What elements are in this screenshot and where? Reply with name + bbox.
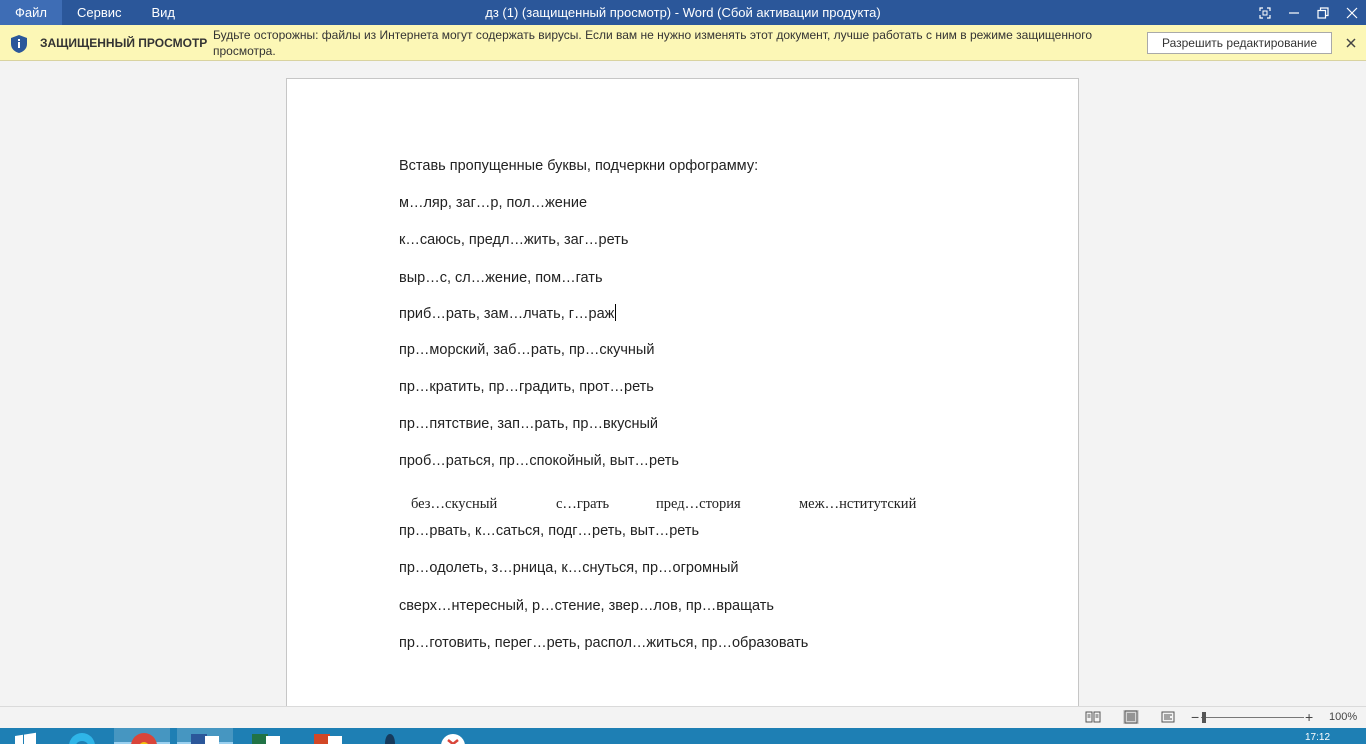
menu-view[interactable]: Вид xyxy=(137,0,191,25)
document-line: Вставь пропущенные буквы, подчеркни орфо… xyxy=(399,158,759,174)
document-line: сверх…нтересный, р…стение, звер…лов, пр…… xyxy=(399,598,774,614)
menu-bar: Файл Сервис Вид xyxy=(0,0,190,25)
document-page[interactable]: Вставь пропущенные буквы, подчеркни орфо… xyxy=(286,78,1079,706)
document-line: пр…готовить, перег…реть, распол…житься, … xyxy=(399,635,809,651)
enable-editing-button[interactable]: Разрешить редактирование xyxy=(1147,32,1332,54)
fullscreen-button[interactable] xyxy=(1250,0,1279,25)
minimize-button[interactable] xyxy=(1279,0,1308,25)
document-line-with-caret: приб…рать, зам…лчать, г…раж xyxy=(399,304,617,322)
restore-icon xyxy=(1316,6,1329,19)
zoom-slider[interactable] xyxy=(1201,717,1304,718)
edge-icon xyxy=(69,733,95,744)
zoom-out-button[interactable]: − xyxy=(1191,709,1199,725)
document-line: пр…морский, заб…рать, пр…скучный xyxy=(399,342,655,358)
text-caret xyxy=(615,304,617,321)
serif-word: с…грать xyxy=(556,496,610,512)
menu-file[interactable]: Файл xyxy=(0,0,62,25)
taskbar-app-2[interactable] xyxy=(424,728,480,744)
close-icon xyxy=(1346,7,1357,18)
document-line: к…саюсь, предл…жить, заг…реть xyxy=(399,232,629,248)
document-line: проб…раться, пр…спокойный, выт…реть xyxy=(399,453,679,469)
taskbar-powerpoint[interactable] xyxy=(300,728,356,744)
status-bar: − + 100% xyxy=(0,706,1366,728)
taskbar-word[interactable] xyxy=(177,728,233,744)
serif-word: пред…стория xyxy=(656,496,741,512)
chrome-icon xyxy=(131,733,157,744)
app-2-icon xyxy=(441,734,465,744)
zoom-slider-thumb[interactable] xyxy=(1202,712,1206,723)
document-line: пр…рвать, к…саться, подг…реть, выт…реть xyxy=(399,523,700,539)
zoom-level[interactable]: 100% xyxy=(1329,711,1357,723)
serif-word: меж…нститутский xyxy=(799,496,917,512)
fullscreen-icon xyxy=(1258,6,1271,19)
print-layout-icon[interactable] xyxy=(1123,710,1139,724)
taskbar-clock[interactable]: 17:12 xyxy=(1305,732,1330,743)
zoom-in-button[interactable]: + xyxy=(1305,709,1313,725)
document-area[interactable]: Вставь пропущенные буквы, подчеркни орфо… xyxy=(0,61,1366,706)
document-line: выр…с, сл…жение, пом…гать xyxy=(399,270,603,286)
excel-icon xyxy=(252,734,280,744)
web-layout-icon[interactable] xyxy=(1160,710,1176,724)
read-mode-icon[interactable] xyxy=(1085,710,1101,724)
document-line: пр…одолеть, з…рница, к…снуться, пр…огром… xyxy=(399,560,739,576)
close-window-button[interactable] xyxy=(1337,0,1366,25)
document-line-text: приб…рать, зам…лчать, г…раж xyxy=(399,306,615,322)
document-line: м…ляр, заг…р, пол…жение xyxy=(399,195,588,211)
protected-view-title: ЗАЩИЩЕННЫЙ ПРОСМОТР xyxy=(40,36,208,50)
protected-view-message: Будьте осторожны: файлы из Интернета мог… xyxy=(213,28,1093,58)
serif-word: без…скусный xyxy=(411,496,498,512)
powerpoint-icon xyxy=(314,734,342,744)
protected-view-bar: ЗАЩИЩЕННЫЙ ПРОСМОТР Будьте осторожны: фа… xyxy=(0,25,1366,61)
start-button[interactable] xyxy=(0,728,50,744)
word-icon xyxy=(191,734,219,744)
shield-icon xyxy=(11,35,27,53)
document-line: пр…кратить, пр…градить, прот…реть xyxy=(399,379,654,395)
minimize-icon xyxy=(1288,11,1299,14)
taskbar-app[interactable] xyxy=(362,728,418,744)
windows-icon xyxy=(15,732,36,744)
window-controls xyxy=(1250,0,1366,25)
taskbar-excel[interactable] xyxy=(238,728,294,744)
menu-service[interactable]: Сервис xyxy=(62,0,137,25)
restore-button[interactable] xyxy=(1308,0,1337,25)
window-title: дз (1) (защищенный просмотр) - Word (Сбо… xyxy=(485,5,881,20)
document-line: пр…пятствие, зап…рать, пр…вкусный xyxy=(399,416,659,432)
app-icon xyxy=(385,734,395,744)
taskbar-edge[interactable] xyxy=(54,728,110,744)
taskbar: 17:12 xyxy=(0,728,1366,744)
title-bar: Файл Сервис Вид дз (1) (защищенный просм… xyxy=(0,0,1366,25)
close-icon[interactable] xyxy=(1343,35,1359,51)
taskbar-chrome[interactable] xyxy=(114,728,170,744)
